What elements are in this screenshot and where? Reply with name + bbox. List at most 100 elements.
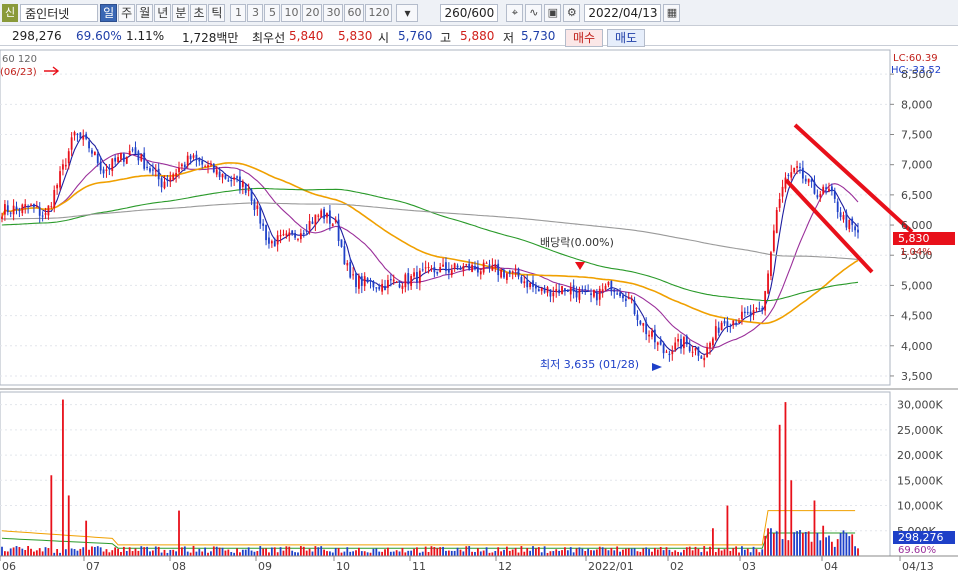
candle-body <box>96 153 99 164</box>
volume-bar <box>819 540 822 556</box>
candle-body <box>688 346 691 352</box>
candle-body <box>24 204 27 208</box>
volume-bar <box>767 528 769 556</box>
candle-body <box>732 320 735 326</box>
volume-bar <box>50 475 53 556</box>
volume-bar <box>717 548 720 556</box>
volume-bar <box>314 546 317 556</box>
candle-body <box>262 223 265 226</box>
candle-body <box>416 272 418 283</box>
date-tick-label: 04/13 <box>902 560 934 573</box>
candle-body <box>299 233 302 240</box>
volume-bar <box>33 551 35 556</box>
date-tick-label: 10 <box>336 560 350 573</box>
candle-body <box>442 264 444 267</box>
volume-bar <box>302 546 305 556</box>
candle-body <box>105 169 108 171</box>
volume-bars <box>1 399 859 556</box>
volume-bar <box>270 547 273 556</box>
candle-body <box>407 273 410 285</box>
price-tick-label: 5,000 <box>901 279 933 292</box>
candle-body <box>833 191 836 199</box>
candle-body <box>746 312 749 314</box>
candle-body <box>27 205 30 207</box>
volume-bar <box>833 546 836 556</box>
volume-bar <box>633 548 636 556</box>
volume-bar <box>9 548 12 556</box>
candle-body <box>735 322 738 325</box>
low-annotation: 최저 3,635 (01/28) <box>540 358 639 371</box>
candle-body <box>491 265 494 271</box>
volume-bar <box>659 546 662 556</box>
candle-body <box>459 268 462 270</box>
volume-bar <box>93 547 96 556</box>
volume-bar <box>288 546 291 556</box>
volume-bar <box>389 551 392 556</box>
volume-bar <box>108 552 111 556</box>
candle-body <box>819 193 822 197</box>
volume-bar <box>183 546 186 556</box>
candle-body <box>845 212 848 228</box>
volume-bar <box>491 552 494 556</box>
volume-bar <box>485 547 488 556</box>
volume-bar <box>38 548 41 556</box>
candle-body <box>488 264 491 268</box>
stock-chart[interactable]: 8,5008,0007,5007,0006,5006,0005,5005,000… <box>0 0 958 587</box>
volume-bar <box>569 547 572 556</box>
candle-body <box>497 263 500 276</box>
volume-bar <box>178 510 180 556</box>
candle-body <box>593 289 595 297</box>
candle-body <box>15 206 18 209</box>
dividend-label: 배당락(0.00%) <box>540 236 614 249</box>
volume-bar <box>421 551 424 556</box>
volume-bar <box>172 549 175 556</box>
candle-body <box>381 283 384 292</box>
candle-body <box>604 285 607 290</box>
volume-bar <box>508 550 511 556</box>
price-tick-label: 7,500 <box>901 129 933 142</box>
volume-bar <box>358 547 360 556</box>
candle-body <box>857 229 859 233</box>
candle-body <box>346 263 349 266</box>
volume-bar <box>772 533 775 556</box>
volume-bar <box>430 546 433 556</box>
volume-bar <box>131 551 134 556</box>
candle-body <box>410 275 413 287</box>
volume-bar <box>70 548 73 556</box>
volume-bar <box>320 546 323 556</box>
volume-bar <box>566 550 569 556</box>
candle-body <box>714 326 717 340</box>
candle-body <box>520 276 523 283</box>
candle-body <box>285 233 288 236</box>
candle-body <box>697 346 700 356</box>
volume-bar <box>308 548 311 556</box>
volume-bar <box>685 547 688 556</box>
candle-body <box>413 272 415 277</box>
candle-body <box>642 323 645 326</box>
volume-bar <box>285 546 288 556</box>
candle-body <box>131 149 134 151</box>
volume-bar <box>494 551 497 556</box>
volume-bar <box>146 546 148 556</box>
candle-body <box>198 159 201 162</box>
candle-body <box>781 186 784 197</box>
candle-body <box>62 164 64 170</box>
candle-body <box>703 357 706 361</box>
candle-body <box>613 289 616 293</box>
candle-body <box>268 237 270 244</box>
candle-body <box>749 311 752 317</box>
volume-bar <box>462 551 465 556</box>
volume-bar <box>668 549 671 556</box>
candle-body <box>4 204 6 215</box>
volume-bar <box>691 550 694 556</box>
candle-body <box>334 219 337 222</box>
candle-body <box>537 289 540 292</box>
candle-body <box>418 270 421 284</box>
candle-body <box>799 166 801 168</box>
volume-bar <box>384 549 386 556</box>
ma-line-ma60 <box>1 162 859 325</box>
candle-body <box>427 266 430 268</box>
volume-bar <box>598 546 601 556</box>
candle-body <box>114 157 117 162</box>
volume-bar <box>227 549 230 556</box>
